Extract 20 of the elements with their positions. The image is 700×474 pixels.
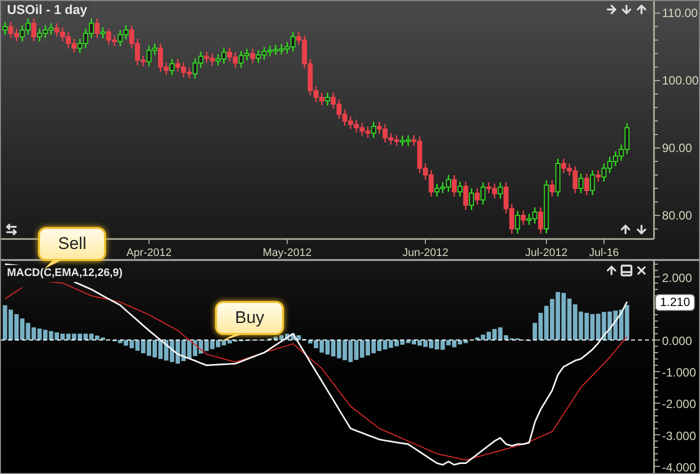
- axis-label: 0.000: [662, 334, 692, 348]
- indicator-title: MACD(C,EMA,12,26,9): [4, 265, 126, 282]
- callout: Sell: [38, 227, 106, 261]
- axis-label: 90.00: [662, 140, 692, 155]
- callout: Buy: [215, 301, 284, 335]
- axis-label: May-2012: [262, 247, 312, 259]
- axis-label: -2.000: [662, 397, 696, 412]
- value-tag: 1.210: [655, 294, 696, 311]
- axis-label: Jul-2012: [525, 247, 568, 259]
- axis-label: -3.000: [662, 428, 696, 443]
- axis-label: Jun-2012: [402, 247, 448, 259]
- axis-label: 100.00: [662, 74, 699, 88]
- axis-label: 2.000: [662, 270, 692, 285]
- axis-label: Apr-2012: [126, 247, 172, 259]
- axis-label: 110.00: [662, 6, 698, 20]
- axis-label: 80.00: [662, 208, 692, 222]
- chart-title: USOil - 1 day: [4, 2, 90, 17]
- axis-label: -4.000: [662, 460, 696, 473]
- axis-label: Jul-16: [588, 247, 619, 259]
- axis-label: -1.000: [662, 366, 696, 380]
